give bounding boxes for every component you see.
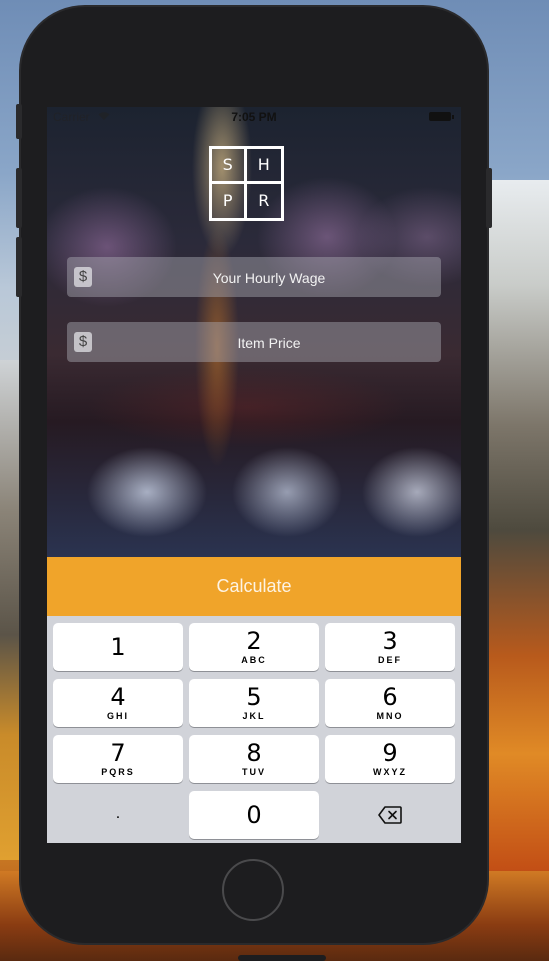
- key-letters: DEF: [378, 655, 402, 665]
- key-letters: MNO: [376, 711, 404, 721]
- hourly-wage-input[interactable]: [97, 257, 441, 299]
- item-price-field[interactable]: $: [67, 322, 441, 364]
- key-decimal[interactable]: .: [53, 791, 183, 839]
- key-digit: 9: [382, 739, 398, 767]
- key-5[interactable]: 5 JKL: [189, 679, 319, 727]
- volume-down-button: [16, 237, 22, 297]
- key-letters: JKL: [242, 711, 266, 721]
- numeric-keypad: 1 2 ABC 3 DEF 4 GHI 5 JKL 6 MNO 7 PQRS 8…: [47, 616, 461, 843]
- key-7[interactable]: 7 PQRS: [53, 735, 183, 783]
- desktop-wallpaper-right: [479, 180, 549, 880]
- key-digit: 4: [110, 683, 126, 711]
- mute-switch: [16, 104, 22, 139]
- decimal-label: .: [115, 805, 121, 822]
- key-digit: 6: [382, 683, 398, 711]
- key-digit: 0: [246, 801, 262, 829]
- logo-letter: S: [212, 149, 247, 184]
- home-button[interactable]: [222, 859, 284, 921]
- key-digit: 3: [382, 627, 398, 655]
- logo-letter: P: [212, 183, 247, 218]
- key-letters: TUV: [242, 767, 266, 777]
- dollar-icon: $: [74, 267, 92, 287]
- logo-letter: H: [246, 149, 281, 184]
- key-9[interactable]: 9 WXYZ: [325, 735, 455, 783]
- logo-letter: R: [258, 191, 270, 211]
- app-screen: Carrier 7:05 PM S H P R $ $ Calculate 1 …: [47, 107, 461, 843]
- key-0[interactable]: 0: [189, 791, 319, 839]
- key-digit: 1: [110, 633, 126, 661]
- status-time: 7:05 PM: [231, 110, 277, 124]
- key-digit: 8: [246, 739, 262, 767]
- hourly-wage-field[interactable]: $: [67, 257, 441, 299]
- item-price-input[interactable]: [97, 322, 441, 364]
- key-4[interactable]: 4 GHI: [53, 679, 183, 727]
- key-letters: GHI: [106, 711, 129, 721]
- key-digit: 2: [246, 627, 262, 655]
- key-letters: ABC: [241, 655, 267, 665]
- bottom-edge: [238, 955, 326, 961]
- status-bar: Carrier 7:05 PM: [47, 107, 461, 127]
- key-digit: 7: [110, 739, 126, 767]
- key-letters: PQRS: [101, 767, 135, 777]
- key-6[interactable]: 6 MNO: [325, 679, 455, 727]
- volume-up-button: [16, 168, 22, 228]
- key-digit: 5: [246, 683, 262, 711]
- key-3[interactable]: 3 DEF: [325, 623, 455, 671]
- shpr-logo: S H P R: [209, 146, 284, 221]
- key-1[interactable]: 1: [53, 623, 183, 671]
- battery-icon: [429, 112, 454, 121]
- key-backspace[interactable]: [325, 791, 455, 839]
- calculate-button[interactable]: Calculate: [47, 557, 461, 616]
- key-2[interactable]: 2 ABC: [189, 623, 319, 671]
- key-letters: WXYZ: [373, 767, 407, 777]
- backspace-icon: [378, 806, 402, 824]
- power-button: [486, 168, 492, 228]
- dollar-icon: $: [74, 332, 92, 352]
- key-8[interactable]: 8 TUV: [189, 735, 319, 783]
